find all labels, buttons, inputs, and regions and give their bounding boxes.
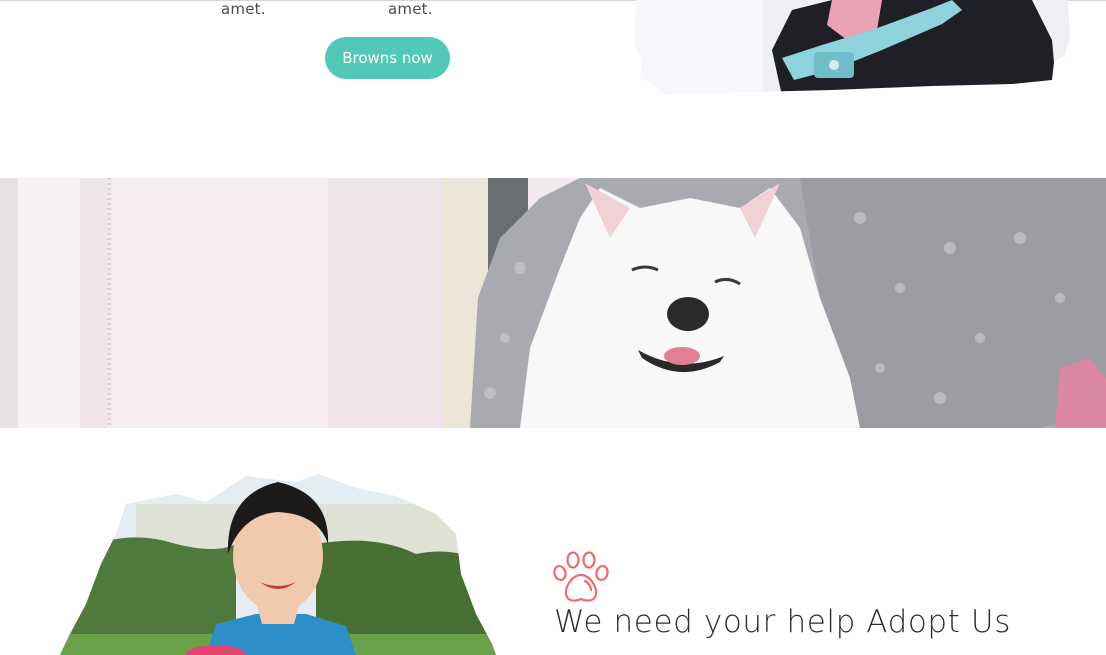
volunteer-woman-photo: [60, 474, 496, 655]
dog-collar-photo: [634, 0, 1070, 94]
browse-now-button[interactable]: Browns now: [325, 37, 450, 79]
product-description-tail: amet.: [388, 0, 433, 18]
paw-icon: [553, 551, 609, 602]
adopt-us-heading: We need your help Adopt Us: [554, 604, 1011, 640]
product-description-tail: amet.: [221, 0, 266, 18]
samoyed-banner-photo: [0, 178, 1106, 428]
